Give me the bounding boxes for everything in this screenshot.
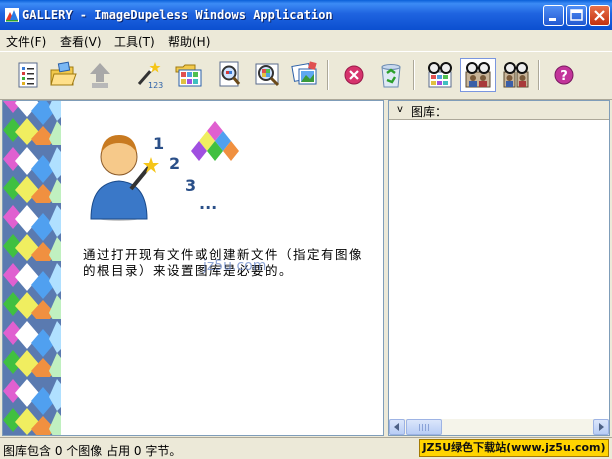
watermark-text: jz5u.com xyxy=(203,258,267,274)
toolbar-separator xyxy=(327,60,329,90)
scroll-right-button[interactable] xyxy=(593,419,609,435)
menu-bar: 文件(F) 查看(V) 工具(T) 帮助(H) xyxy=(0,30,612,50)
status-bar: 图库包含 0 个图像 占用 0 字节。 JZ5U绿色下载站(www.jz5u.c… xyxy=(0,437,612,459)
svg-text:?: ? xyxy=(560,69,568,84)
toolbar: 123 ? xyxy=(0,51,612,100)
properties-button[interactable] xyxy=(10,58,46,92)
minimize-button[interactable] xyxy=(543,5,564,26)
window-title: GALLERY - ImageDupeless Windows Applicat… xyxy=(22,8,333,22)
maximize-icon xyxy=(570,9,583,21)
toolbar-separator xyxy=(538,60,540,90)
svg-text:2: 2 xyxy=(169,154,180,173)
help-icon: ? xyxy=(554,65,574,85)
gallery-photos-button[interactable] xyxy=(287,58,323,92)
close-button[interactable] xyxy=(589,5,610,26)
recycle-bin-button[interactable] xyxy=(373,58,409,92)
scrollbar-thumb[interactable] xyxy=(406,419,442,435)
wizard-illustration: 1 2 3 ... xyxy=(90,121,239,221)
scroll-left-button[interactable] xyxy=(389,419,405,435)
open-folder-button[interactable] xyxy=(45,58,81,92)
menu-file[interactable]: 文件(F) xyxy=(6,33,46,50)
glasses-people-pair-icon xyxy=(503,62,529,88)
svg-text:...: ... xyxy=(199,194,217,213)
menu-view[interactable]: 查看(V) xyxy=(60,33,102,50)
gallery-header[interactable]: v 图库： xyxy=(389,101,609,120)
folder-gallery-button[interactable] xyxy=(171,58,207,92)
gallery-panel[interactable]: v 图库： xyxy=(388,100,610,436)
glasses-grid-icon xyxy=(428,62,452,88)
glasses-people-pair-button[interactable] xyxy=(498,58,534,92)
glasses-grid-button[interactable] xyxy=(422,58,458,92)
zoom-grid-button[interactable] xyxy=(249,58,285,92)
up-arrow-icon xyxy=(90,63,110,88)
svg-text:3: 3 xyxy=(185,176,196,195)
zoom-document-icon xyxy=(219,61,241,87)
main-view-pane[interactable]: 1 2 3 ... 通过打开现有文件或创建新文件（指定有图像的根目录）来设置图库… xyxy=(2,100,384,436)
stop-button[interactable] xyxy=(336,58,372,92)
svg-text:1: 1 xyxy=(153,134,164,153)
horizontal-scrollbar[interactable] xyxy=(389,419,609,435)
decorative-diamond-strip xyxy=(3,101,65,435)
svg-text:123: 123 xyxy=(148,81,163,90)
recycle-bin-icon xyxy=(381,64,401,88)
zoom-grid-icon xyxy=(255,63,280,87)
glasses-people-button[interactable] xyxy=(460,58,496,92)
gallery-label: 图库： xyxy=(411,105,448,119)
magic-wand-123-icon: 123 xyxy=(137,62,163,90)
folder-gallery-icon xyxy=(175,64,202,87)
title-bar[interactable]: GALLERY - ImageDupeless Windows Applicat… xyxy=(0,0,612,30)
site-badge: JZ5U绿色下载站(www.jz5u.com) xyxy=(419,439,609,457)
zoom-document-button[interactable] xyxy=(211,58,247,92)
properties-icon xyxy=(18,62,38,88)
scrollbar-grip xyxy=(419,424,429,431)
minimize-icon xyxy=(549,18,556,21)
up-button[interactable] xyxy=(82,58,118,92)
maximize-button[interactable] xyxy=(566,5,587,26)
app-icon xyxy=(5,8,19,22)
arrow-left-icon xyxy=(394,423,399,431)
gallery-photos-icon xyxy=(291,61,317,85)
wizard-button[interactable]: 123 xyxy=(131,58,167,92)
arrow-right-icon xyxy=(599,423,604,431)
chevron-down-icon[interactable]: v xyxy=(397,104,403,115)
toolbar-separator xyxy=(413,60,415,90)
menu-help[interactable]: 帮助(H) xyxy=(168,33,210,50)
status-text: 图库包含 0 个图像 占用 0 字节。 xyxy=(3,444,182,458)
menu-tools[interactable]: 工具(T) xyxy=(114,33,155,50)
open-folder-icon xyxy=(50,61,77,86)
glasses-people-icon xyxy=(465,62,491,88)
help-button[interactable]: ? xyxy=(546,58,582,92)
close-icon xyxy=(594,10,605,21)
stop-icon xyxy=(344,65,364,85)
